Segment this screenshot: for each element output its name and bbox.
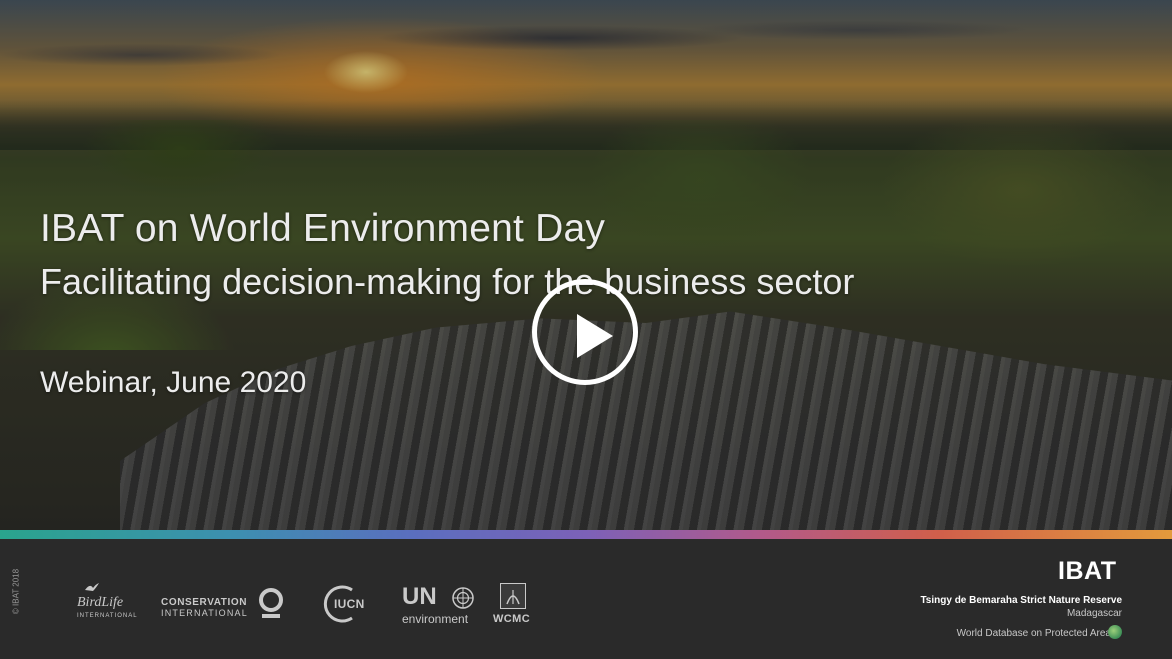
ci-line1: CONSERVATION xyxy=(161,597,248,608)
photo-country: Madagascar xyxy=(1066,608,1122,619)
un-emblem-icon xyxy=(452,587,474,609)
conservation-international-logo: CONSERVATION INTERNATIONAL xyxy=(161,583,289,623)
iucn-name: IUCN xyxy=(334,597,365,611)
partner-footer: © IBAT 2018 BirdLife INTERNATIONAL CONSE… xyxy=(0,539,1172,659)
video-thumbnail[interactable]: IBAT on World Environment Day Facilitati… xyxy=(0,0,1172,530)
unep-logo: UN environment xyxy=(402,583,487,626)
birdlife-international: INTERNATIONAL xyxy=(77,613,138,619)
wcmc-text: WCMC xyxy=(493,613,531,625)
birdlife-name: BirdLife xyxy=(77,595,124,610)
globe-icon xyxy=(1108,625,1122,639)
video-player[interactable]: IBAT on World Environment Day Facilitati… xyxy=(0,0,1172,659)
iucn-logo: IUCN xyxy=(322,584,368,624)
video-title-line2: Facilitating decision-making for the bus… xyxy=(40,261,855,302)
birdlife-logo: BirdLife INTERNATIONAL xyxy=(72,579,137,625)
ibat-logo: IBAT xyxy=(1058,557,1117,585)
play-icon xyxy=(577,314,613,358)
play-button[interactable] xyxy=(532,279,638,385)
copyright-text: © IBAT 2018 xyxy=(11,568,21,615)
spectrum-bar xyxy=(0,530,1172,539)
ci-line2: INTERNATIONAL xyxy=(161,608,248,618)
video-subtitle: Webinar, June 2020 xyxy=(40,366,307,399)
wcmc-mark-icon xyxy=(500,583,526,609)
environment-text: environment xyxy=(402,612,469,626)
photo-location: Tsingy de Bemaraha Strict Nature Reserve xyxy=(920,595,1122,606)
wcmc-logo: WCMC xyxy=(493,583,537,625)
database-credit: World Database on Protected Areas xyxy=(956,628,1116,639)
conservation-international-mark-icon xyxy=(255,587,287,619)
un-text: UN xyxy=(402,583,437,610)
video-title: IBAT on World Environment Day xyxy=(40,207,606,250)
